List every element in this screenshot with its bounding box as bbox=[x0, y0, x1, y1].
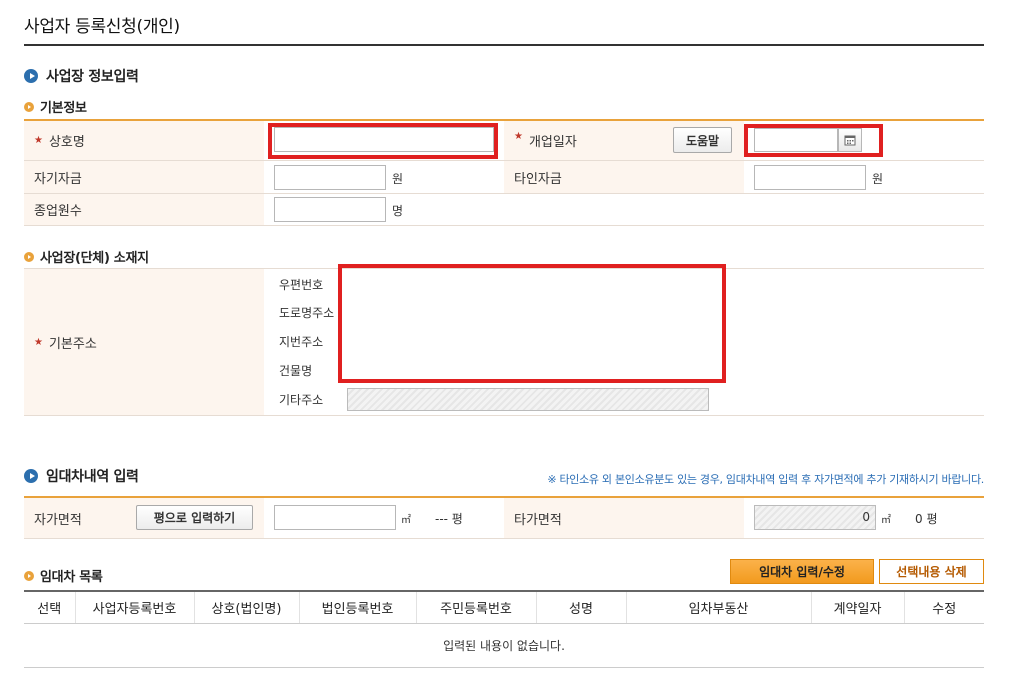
column-header: 수정 bbox=[903, 590, 984, 624]
column-header: 계약일자 bbox=[810, 590, 904, 624]
employees-input[interactable] bbox=[274, 197, 386, 222]
highlight-box bbox=[338, 264, 726, 383]
trade-name-label: 상호명 bbox=[48, 135, 85, 150]
lease-table-header: 선택 사업자등록번호 상호(법인명) 법인등록번호 주민등록번호 성명 임차부동… bbox=[24, 590, 984, 624]
own-area-input[interactable] bbox=[274, 505, 396, 530]
other-address-label: 기타주소 bbox=[279, 393, 324, 407]
address-label: 기본주소 bbox=[48, 336, 97, 352]
section-lease: 임대차내역 입력 bbox=[24, 466, 139, 486]
open-date-label: 개업일자 bbox=[528, 135, 577, 150]
other-area-label-cell: 타가면적 bbox=[504, 498, 744, 538]
arrow-circle-icon bbox=[24, 469, 38, 483]
other-capital-label-cell: 타인자금 bbox=[504, 161, 744, 193]
section-business-info-title: 사업장 정보입력 bbox=[46, 69, 139, 85]
lease-list-title: 임대차 목록 bbox=[40, 570, 103, 585]
subsection-location-title: 사업장(단체) 소재지 bbox=[40, 251, 149, 266]
own-capital-unit: 원 bbox=[392, 172, 404, 186]
own-capital-label-cell: 자기자금 bbox=[24, 161, 264, 193]
subsection-basic-info: 기본정보 bbox=[24, 97, 87, 116]
highlight-box bbox=[268, 123, 498, 159]
required-star-icon: ★ bbox=[514, 131, 523, 142]
arrow-circle-small-icon bbox=[24, 251, 34, 262]
subsection-lease-list: 임대차 목록 bbox=[24, 566, 103, 585]
column-header: 주민등록번호 bbox=[415, 590, 536, 624]
trade-name-label-cell: ★ 상호명 bbox=[24, 121, 264, 160]
column-header: 사업자등록번호 bbox=[74, 590, 194, 624]
other-area-label: 타가면적 bbox=[514, 512, 562, 528]
employees-label: 종업원수 bbox=[34, 204, 82, 219]
arrow-circle-icon bbox=[24, 69, 38, 83]
other-capital-input[interactable] bbox=[754, 165, 866, 190]
pyeong-input-button[interactable]: 평으로 입력하기 bbox=[136, 505, 253, 530]
empty-message: 입력된 내용이 없습니다. bbox=[24, 623, 984, 668]
postal-code-label: 우편번호 bbox=[279, 278, 324, 292]
arrow-circle-small-icon bbox=[24, 570, 34, 581]
column-header: 성명 bbox=[535, 590, 626, 624]
required-star-icon: ★ bbox=[34, 336, 43, 348]
delete-selected-button[interactable]: 선택내용 삭제 bbox=[879, 559, 984, 584]
own-pyeong: --- 평 bbox=[435, 512, 463, 526]
own-capital-label: 자기자금 bbox=[34, 171, 82, 187]
own-area-label: 자가면적 bbox=[34, 512, 82, 528]
lease-input-button[interactable]: 임대차 입력/수정 bbox=[730, 559, 874, 584]
title-divider bbox=[24, 44, 984, 46]
own-area-unit: ㎡ bbox=[401, 515, 411, 526]
other-capital-label: 타인자금 bbox=[514, 171, 562, 187]
column-header: 법인등록번호 bbox=[298, 590, 416, 624]
column-header: 상호(법인명) bbox=[193, 590, 299, 624]
section-business-info: 사업장 정보입력 bbox=[24, 66, 139, 86]
section-lease-title: 임대차내역 입력 bbox=[46, 469, 139, 485]
column-header: 임차부동산 bbox=[625, 590, 811, 624]
subsection-location: 사업장(단체) 소재지 bbox=[24, 247, 149, 266]
arrow-circle-small-icon bbox=[24, 101, 34, 112]
table-row: 입력된 내용이 없습니다. bbox=[24, 623, 984, 668]
employees-unit: 명 bbox=[392, 204, 404, 218]
other-area-unit: ㎡ bbox=[881, 515, 891, 526]
employees-label-cell: 종업원수 bbox=[24, 194, 264, 225]
other-area-input: 0 bbox=[754, 505, 876, 530]
column-header: 선택 bbox=[24, 590, 75, 624]
building-label: 건물명 bbox=[279, 364, 313, 378]
road-address-label: 도로명주소 bbox=[279, 306, 335, 320]
lot-address-label: 지번주소 bbox=[279, 335, 324, 349]
form-row-employees: 종업원수 bbox=[24, 194, 984, 226]
own-capital-input[interactable] bbox=[274, 165, 386, 190]
lease-table: 선택 사업자등록번호 상호(법인명) 법인등록번호 주민등록번호 성명 임차부동… bbox=[24, 590, 984, 668]
page-title: 사업자 등록신청(개인) bbox=[24, 17, 180, 37]
highlight-box bbox=[744, 124, 883, 157]
address-label-cell: ★ 기본주소 bbox=[24, 269, 264, 415]
other-capital-unit: 원 bbox=[872, 172, 884, 186]
other-address-input[interactable] bbox=[347, 388, 709, 411]
subsection-basic-info-title: 기본정보 bbox=[40, 101, 87, 116]
other-pyeong: 0 평 bbox=[915, 512, 938, 526]
required-star-icon: ★ bbox=[34, 135, 43, 146]
lease-notice: ※ 타인소유 외 본인소유분도 있는 경우, 임대차내역 입력 후 자가면적에 … bbox=[547, 473, 984, 486]
help-button[interactable]: 도움말 bbox=[673, 127, 732, 153]
